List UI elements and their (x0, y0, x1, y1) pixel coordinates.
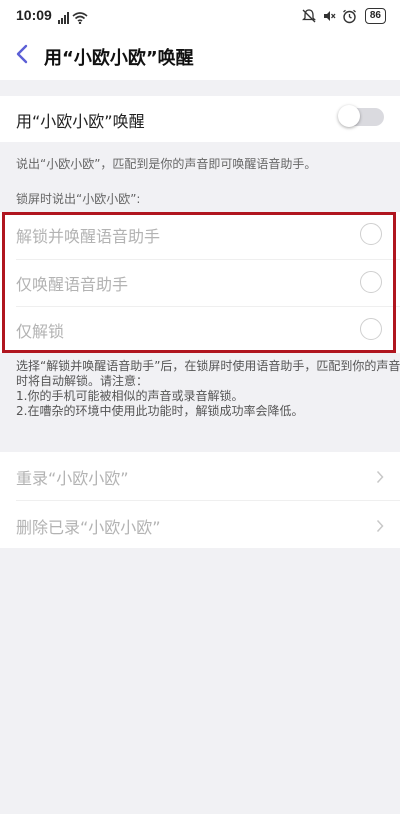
page-title: 用“小欧小欧”唤醒 (44, 48, 194, 69)
mute-icon (322, 9, 336, 23)
lock-options: 解锁并唤醒语音助手 仅唤醒语音助手 仅解锁 (0, 212, 400, 353)
wake-description: 说出“小欧小欧”，匹配到是你的声音即可唤醒语音助手。 (16, 157, 317, 171)
rerecord-label: 重录“小欧小欧” (16, 469, 129, 488)
option-label: 仅唤醒语音助手 (16, 275, 129, 294)
option-label: 仅解锁 (16, 322, 65, 341)
wifi-icon (72, 9, 88, 28)
delete-recording-row[interactable]: 删除已录“小欧小欧” (0, 501, 400, 549)
rerecord-row[interactable]: 重录“小欧小欧” (0, 452, 400, 500)
wake-setting-label: 用“小欧小欧”唤醒 (16, 112, 145, 131)
back-button[interactable] (8, 40, 36, 72)
toggle-knob (338, 105, 360, 127)
radio-button[interactable] (360, 271, 382, 293)
alarm-off-icon (301, 9, 316, 23)
option-label: 解锁并唤醒语音助手 (16, 227, 161, 246)
signal-icon (58, 9, 70, 28)
alarm-icon (342, 9, 357, 24)
note-line: 1.你的手机可能被相似的声音或录音解锁。 (16, 389, 244, 403)
note-line: 时将自动解锁。请注意： (16, 374, 149, 388)
delete-recording-label: 删除已录“小欧小欧” (16, 518, 161, 537)
radio-button[interactable] (360, 318, 382, 340)
record-actions: 重录“小欧小欧” 删除已录“小欧小欧” (0, 452, 400, 548)
chevron-right-icon (376, 469, 384, 488)
battery-indicator: 86 (364, 8, 386, 24)
option-unlock-and-wake[interactable]: 解锁并唤醒语音助手 (0, 212, 400, 258)
status-time: 10:09 (16, 7, 52, 23)
status-bar: 10:09 86 (0, 0, 400, 32)
radio-button[interactable] (360, 223, 382, 245)
chevron-right-icon (376, 518, 384, 537)
chevron-left-icon (16, 44, 28, 68)
note-line: 选择“解锁并唤醒语音助手”后，在锁屏时使用语音助手，匹配到你的声音 (16, 359, 400, 373)
note-line: 2.在嘈杂的环境中使用此功能时，解锁成功率会降低。 (16, 404, 304, 418)
option-unlock-only[interactable]: 仅解锁 (0, 307, 400, 353)
unlock-note: 选择“解锁并唤醒语音助手”后，在锁屏时使用语音助手，匹配到你的声音 时将自动解锁… (16, 359, 400, 419)
lock-section-heading: 锁屏时说出“小欧小欧”: (16, 192, 141, 206)
header: 用“小欧小欧”唤醒 (0, 32, 400, 80)
wake-toggle[interactable] (338, 105, 384, 127)
option-wake-only[interactable]: 仅唤醒语音助手 (0, 260, 400, 306)
